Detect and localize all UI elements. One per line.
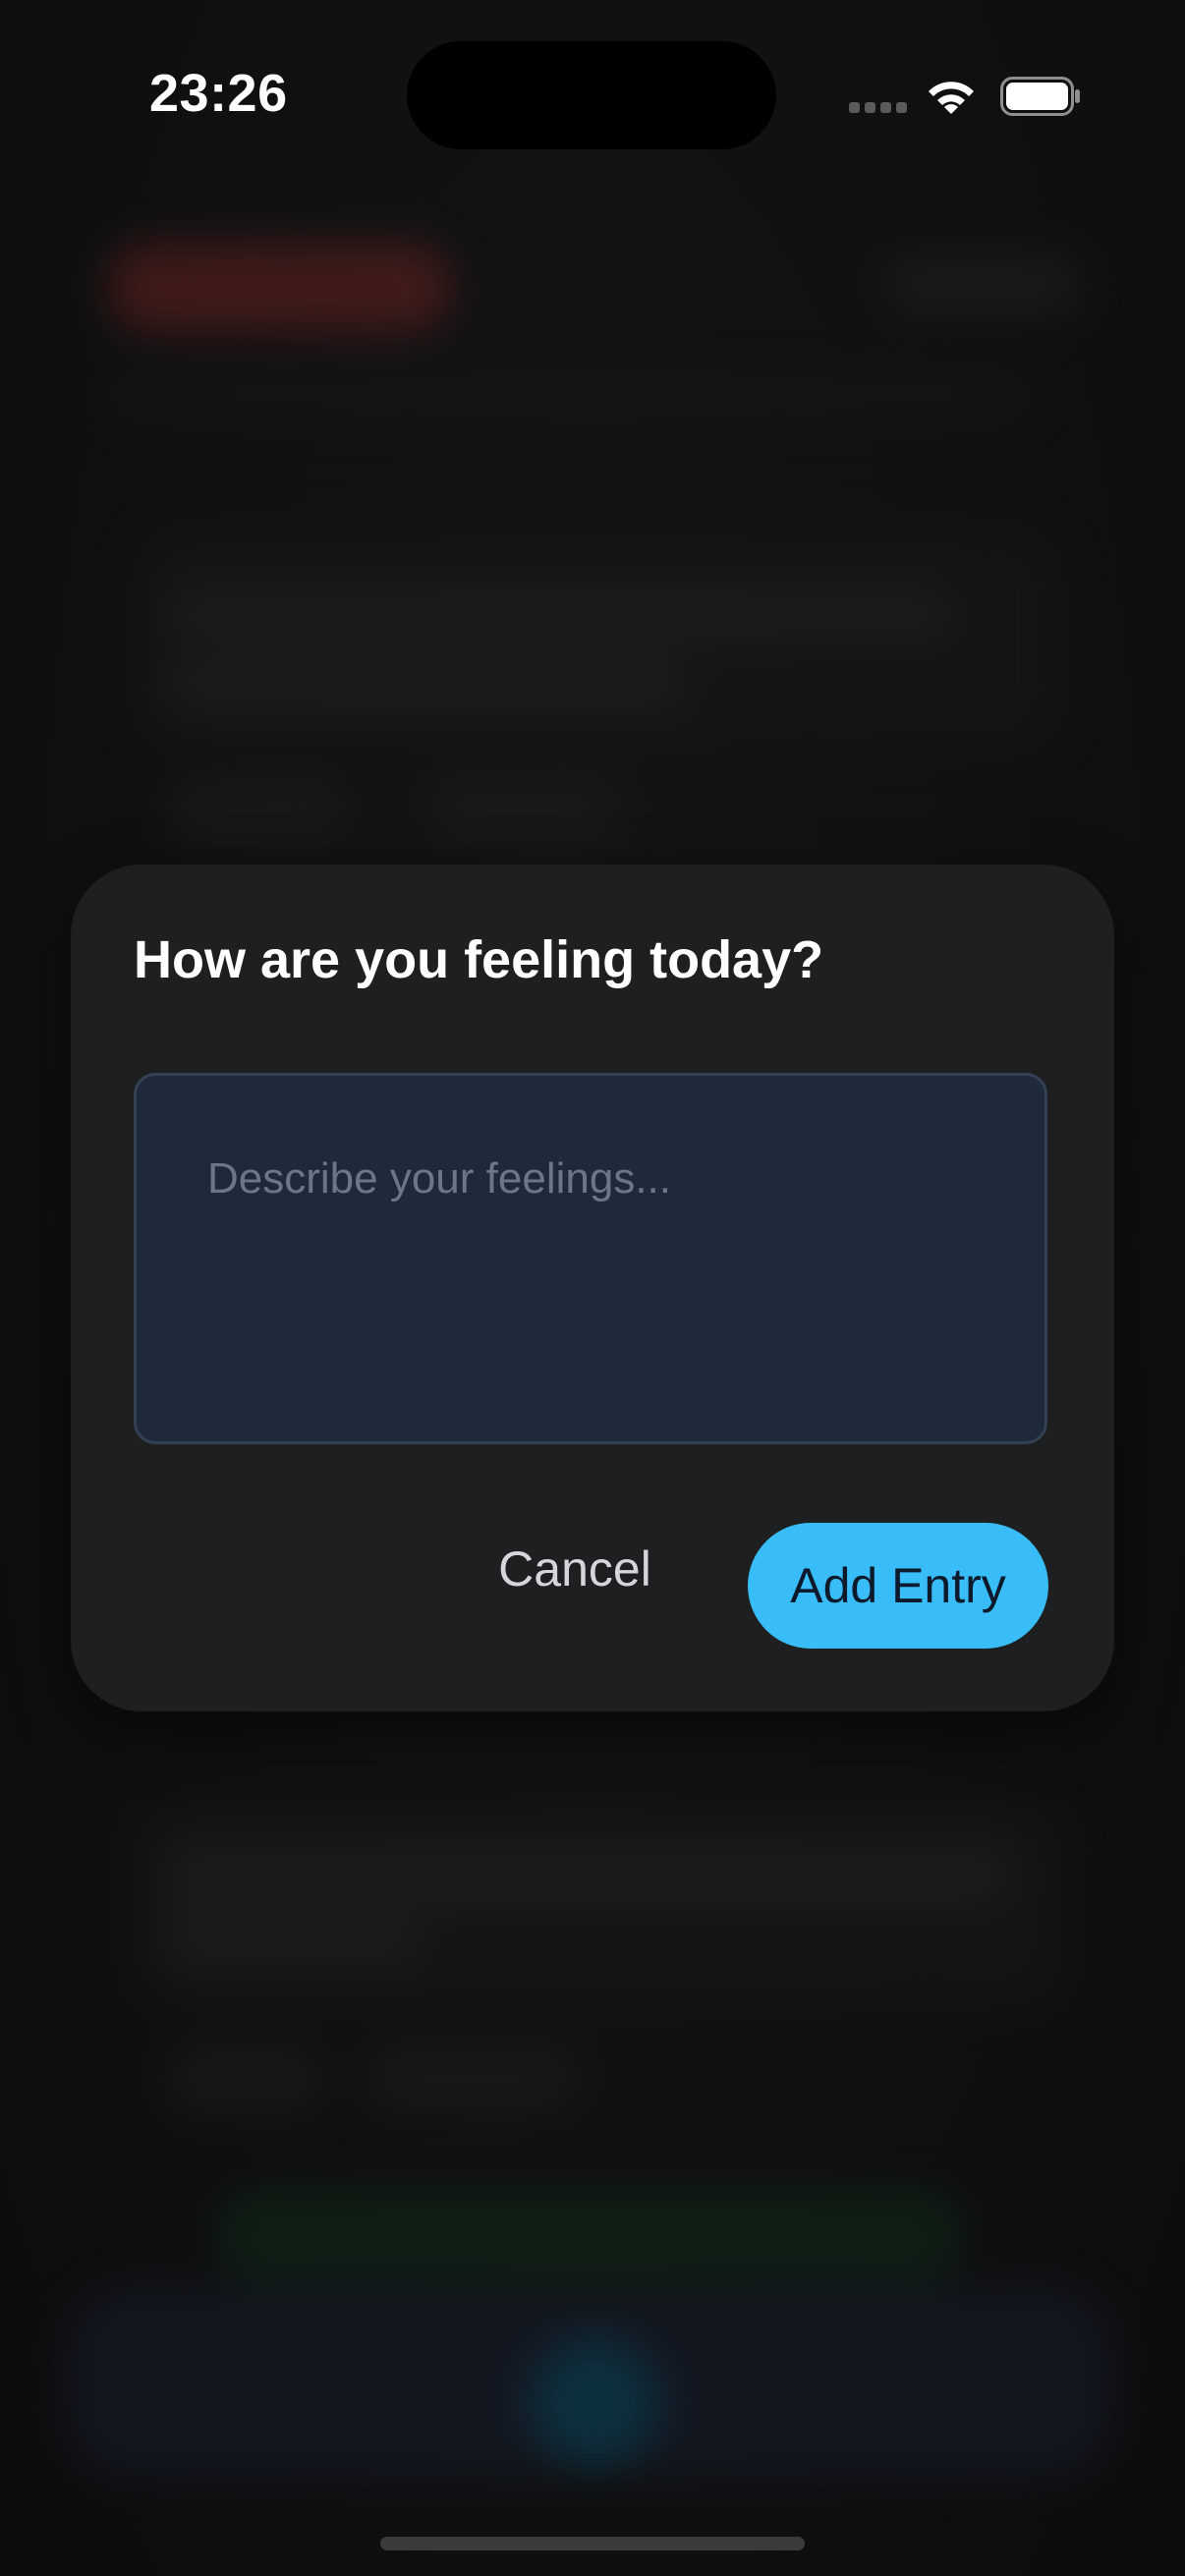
cellular-signal-icon: [849, 102, 908, 114]
wifi-icon: [929, 82, 974, 114]
status-bar: 23:26: [0, 0, 1185, 187]
feelings-input[interactable]: [134, 1073, 1047, 1444]
cancel-button[interactable]: Cancel: [485, 1525, 664, 1613]
add-entry-dialog: How are you feeling today? Cancel Add En…: [71, 865, 1114, 1711]
status-time: 23:26: [149, 64, 288, 123]
app-screen: 23:26 How are you feeling today? Cancel …: [0, 0, 1185, 2576]
dynamic-island: [407, 41, 776, 149]
dialog-title: How are you feeling today?: [134, 930, 824, 989]
home-indicator[interactable]: [380, 2537, 805, 2550]
battery-icon: [1000, 77, 1080, 116]
add-entry-button[interactable]: Add Entry: [748, 1523, 1048, 1649]
